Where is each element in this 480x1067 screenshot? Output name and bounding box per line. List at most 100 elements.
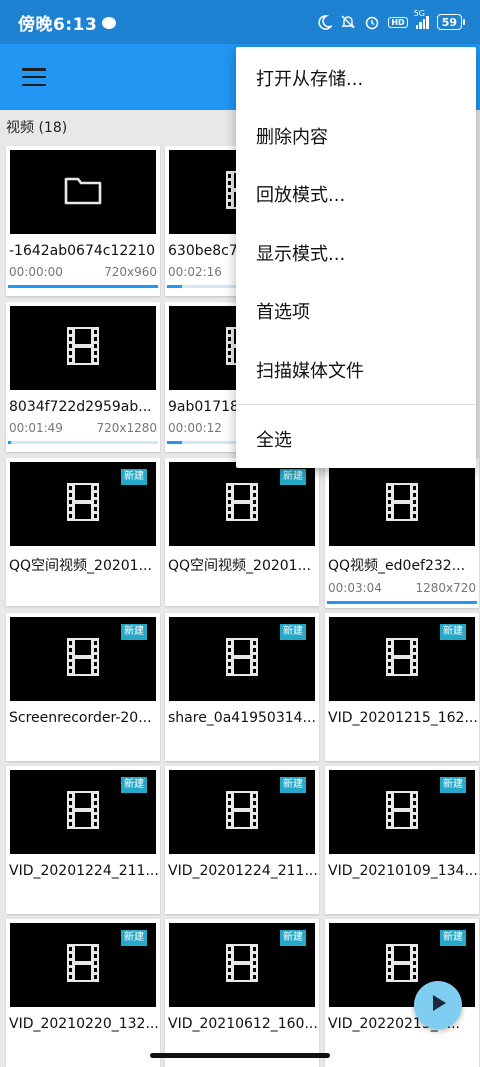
wechat-notification-icon: [102, 17, 117, 29]
folder-icon: [64, 175, 102, 209]
video-thumbnail: 新建: [169, 462, 315, 546]
video-thumbnail: 新建: [169, 923, 315, 1007]
film-icon: [67, 791, 99, 833]
new-badge: 新建: [121, 469, 147, 485]
video-card[interactable]: 新建 VID_20201215_162...: [325, 613, 479, 761]
film-icon: [67, 638, 99, 680]
video-thumbnail: 新建: [10, 923, 156, 1007]
video-name: QQ空间视频_20201...: [9, 558, 152, 574]
video-meta: 00:03:04 1280x720: [325, 575, 479, 595]
film-icon: [386, 944, 418, 986]
signal-icon: 5G: [414, 9, 429, 29]
menu-item-preferences[interactable]: 首选项: [236, 282, 476, 340]
video-name: -1642ab0674c12210: [9, 243, 156, 259]
hamburger-menu-icon[interactable]: [22, 68, 46, 86]
film-icon: [226, 944, 258, 986]
film-icon: [226, 483, 258, 525]
film-icon: [67, 944, 99, 986]
new-badge: 新建: [440, 624, 466, 640]
video-duration: 00:02:16: [168, 265, 222, 279]
video-card[interactable]: 新建 share_0a41950314...: [165, 613, 319, 761]
film-icon: [67, 327, 99, 369]
video-name: VID_20201215_162...: [328, 710, 478, 726]
menu-item-display-mode[interactable]: 显示模式...: [236, 224, 476, 282]
film-icon: [386, 483, 418, 525]
video-name: VID_20210109_134...: [328, 863, 478, 879]
menu-item-open-from-storage[interactable]: 打开从存储...: [236, 49, 476, 107]
moon-icon: [316, 14, 332, 30]
new-badge: 新建: [121, 777, 147, 793]
status-bar: 傍晚6:13 HD 5G 59: [0, 0, 480, 44]
video-duration: 00:00:00: [9, 265, 63, 279]
new-badge: 新建: [280, 930, 306, 946]
new-badge: 新建: [280, 624, 306, 640]
video-card[interactable]: -1642ab0674c12210 00:00:00 720x960: [6, 146, 160, 296]
video-resolution: 720x960: [104, 265, 157, 279]
alarm-icon: [364, 14, 380, 30]
section-title: 视频 (18): [6, 120, 68, 136]
new-badge: 新建: [121, 624, 147, 640]
playback-progress-fill: [8, 285, 158, 288]
video-card[interactable]: 新建 QQ空间视频_20201...: [165, 458, 319, 606]
app-screen: 傍晚6:13 HD 5G 59 视频 (18) -1642ab0674c1221…: [0, 0, 480, 1067]
new-badge: 新建: [440, 930, 466, 946]
status-time: 傍晚6:13: [18, 14, 98, 35]
menu-item-select-all[interactable]: 全选: [236, 410, 476, 468]
video-name: QQ视频_ed0ef232...: [328, 558, 466, 574]
video-card[interactable]: 新建 QQ空间视频_20201...: [6, 458, 160, 606]
film-icon: [226, 638, 258, 680]
video-thumbnail: 新建: [329, 770, 475, 854]
playback-progress-fill: [167, 285, 182, 288]
video-name: QQ空间视频_20201...: [168, 558, 311, 574]
video-resolution: 720x1280: [96, 421, 157, 435]
video-card[interactable]: 新建 VID_20210109_134...: [325, 766, 479, 914]
video-thumbnail: [10, 306, 156, 390]
playback-progress-fill: [8, 441, 11, 444]
video-thumbnail: [329, 462, 475, 546]
video-name: VID_20201224_211...: [168, 863, 318, 879]
new-badge: 新建: [280, 777, 306, 793]
video-thumbnail: 新建: [169, 617, 315, 701]
video-name: Screenrecorder-20...: [9, 710, 152, 726]
video-name: VID_20210612_160...: [168, 1016, 318, 1032]
battery-indicator: 59: [436, 14, 466, 30]
film-icon: [226, 791, 258, 833]
video-resolution: 1280x720: [415, 581, 476, 595]
play-icon: [427, 992, 449, 1018]
video-card[interactable]: 新建 Screenrecorder-20...: [6, 613, 160, 761]
video-duration: 00:01:49: [9, 421, 63, 435]
playback-progress-fill: [167, 441, 182, 444]
video-card[interactable]: 8034f722d2959ab... 00:01:49 720x1280: [6, 302, 160, 452]
playback-progress-fill: [327, 601, 477, 604]
video-thumbnail: 新建: [329, 617, 475, 701]
video-thumbnail: [10, 150, 156, 234]
video-thumbnail: 新建: [169, 770, 315, 854]
new-badge: 新建: [440, 777, 466, 793]
video-thumbnail: 新建: [10, 462, 156, 546]
new-badge: 新建: [121, 930, 147, 946]
video-name: VID_20210220_132...: [9, 1016, 159, 1032]
video-name: share_0a41950314...: [168, 710, 316, 726]
menu-item-scan-media[interactable]: 扫描媒体文件: [236, 341, 476, 399]
video-card[interactable]: 新建 VID_20210612_160...: [165, 919, 319, 1067]
overflow-menu: 打开从存储... 删除内容 回放模式... 显示模式... 首选项 扫描媒体文件…: [236, 47, 476, 468]
hd-badge: HD: [388, 16, 408, 28]
video-name: 8034f722d2959ab...: [9, 399, 152, 415]
video-name: VID_20201224_211...: [9, 863, 159, 879]
video-card[interactable]: 新建 VID_20210220_132...: [6, 919, 160, 1067]
video-card[interactable]: 新建 VID_20201224_211...: [6, 766, 160, 914]
video-duration: 00:00:12: [168, 421, 222, 435]
network-type: 5G: [413, 9, 425, 18]
video-duration: 00:03:04: [328, 581, 382, 595]
film-icon: [386, 638, 418, 680]
menu-item-delete-content[interactable]: 删除内容: [236, 107, 476, 165]
mute-bell-icon: [340, 14, 356, 30]
playback-progress-bar: [8, 441, 158, 444]
video-card[interactable]: 新建 VID_20201224_211...: [165, 766, 319, 914]
video-card[interactable]: QQ视频_ed0ef232... 00:03:04 1280x720: [325, 458, 479, 608]
menu-item-playback-mode[interactable]: 回放模式...: [236, 165, 476, 223]
play-fab-button[interactable]: [414, 981, 462, 1029]
gesture-navigation-bar[interactable]: [150, 1053, 330, 1058]
video-thumbnail: 新建: [10, 617, 156, 701]
playback-progress-bar: [8, 285, 158, 288]
